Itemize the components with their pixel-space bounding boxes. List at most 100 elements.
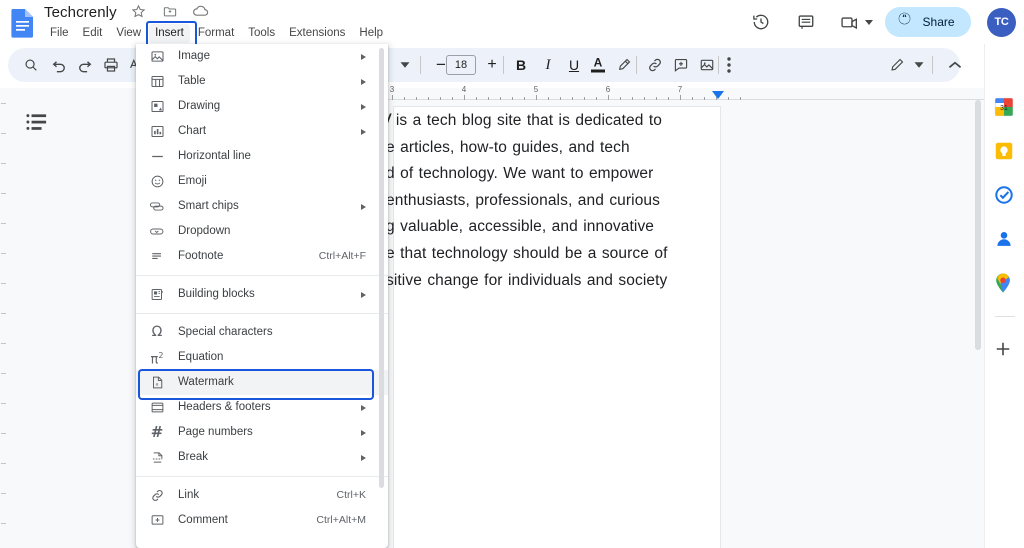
menu-option-watermark[interactable]: a Watermark [136,369,388,400]
menu-edit[interactable]: Edit [77,24,109,43]
horizontal-ruler[interactable]: 3 4 5 6 7 [382,85,992,104]
menu-help[interactable]: Help [353,24,389,43]
toolbar-divider [420,56,421,74]
ruler-tick-major [680,95,681,100]
ruler-tick-major [536,95,537,100]
submenu-arrow-icon [361,128,366,135]
top-right-actions: Share TC [741,4,1016,40]
menu-option-shortcut: Ctrl+Alt+F [318,250,366,262]
ruler-tick-minor [440,97,441,100]
submenu-arrow-icon [361,103,366,110]
video-camera-icon[interactable] [834,6,866,38]
print-icon[interactable] [98,52,124,78]
avatar[interactable]: TC [987,7,1016,37]
menu-tools[interactable]: Tools [242,24,281,43]
link-icon[interactable] [642,52,668,78]
ruler-tick-minor [560,97,561,100]
google-docs-logo-icon [10,8,36,38]
edit-mode-chevron-down-icon[interactable] [906,52,932,78]
share-button[interactable]: Share [885,7,971,37]
font-size-input[interactable]: 18 [446,55,476,75]
menu-option-dropdown[interactable]: Dropdown [136,219,388,244]
move-to-folder-icon[interactable] [162,4,179,21]
google-contacts-icon[interactable] [993,228,1017,252]
menu-option-equation[interactable]: π2 Equation [136,345,388,370]
menu-option-emoji[interactable]: Emoji [136,169,388,194]
ruler-tick-minor [452,97,453,100]
menu-extensions[interactable]: Extensions [283,24,351,43]
menu-view[interactable]: View [110,24,147,43]
document-outline-icon[interactable] [26,112,50,136]
menu-scrollbar[interactable] [379,48,384,488]
menu-option-label: Chart [178,125,207,137]
menu-option-label: Page numbers [178,426,253,438]
menu-format[interactable]: Format [192,24,240,43]
italic-button[interactable]: I [535,52,561,78]
ruler-tick-minor [404,97,405,100]
ruler-tick-minor [584,97,585,100]
menu-option-footnote[interactable]: Footnote Ctrl+Alt+F [136,244,388,269]
menu-option-label: Headers & footers [178,401,271,413]
submenu-arrow-icon [361,53,366,60]
menu-file[interactable]: File [44,24,75,43]
document-body-text[interactable]: / is a tech blog site that is dedicated … [386,108,726,294]
highlighter-icon[interactable] [611,52,637,78]
submenu-arrow-icon [361,429,366,436]
cloud-saved-icon[interactable] [192,4,209,21]
underline-button[interactable]: U [561,52,587,78]
menu-option-table[interactable]: Table [136,69,388,94]
menu-option-headers-footers[interactable]: Headers & footers [136,395,388,420]
break-icon [149,450,165,466]
ruler-tick-minor [488,97,489,100]
text-color-button[interactable]: A [585,52,611,78]
menu-option-horizontal-line[interactable]: Horizontal line [136,144,388,169]
page-title[interactable]: Techcrenly [44,4,117,22]
side-panel-divider [995,316,1015,317]
google-tasks-icon[interactable] [993,184,1017,208]
menu-option-special-characters[interactable]: Ω Special characters [136,320,388,345]
menu-option-chart[interactable]: Chart [136,119,388,144]
add-comment-icon [149,513,165,529]
bold-button[interactable]: B [508,52,534,78]
right-indent-marker[interactable] [712,91,724,99]
add-addon-icon[interactable] [993,339,1017,363]
more-options-icon[interactable] [716,52,742,78]
menu-option-smart-chips[interactable]: Smart chips [136,194,388,219]
google-keep-icon[interactable] [993,140,1017,164]
headers-footers-icon [149,400,165,416]
ruler-tick-minor [620,97,621,100]
menu-option-link[interactable]: Link Ctrl+K [136,483,388,508]
undo-icon[interactable] [46,52,72,78]
document-title-block: Techcrenly [44,4,218,22]
ruler-tick-major [464,95,465,100]
add-comment-icon[interactable] [668,52,694,78]
menu-insert[interactable]: Insert [146,21,197,50]
redo-icon[interactable] [72,52,98,78]
insert-dropdown-menu[interactable]: Image Table Drawing Chart Horizontal line Emo… [136,44,388,548]
google-calendar-icon[interactable]: 31 [993,96,1017,120]
google-maps-icon[interactable] [993,272,1017,296]
menu-option-break[interactable]: Break [136,445,388,470]
horizontal-line-icon [149,149,165,165]
menu-option-page-numbers[interactable]: # Page numbers [136,420,388,445]
menu-option-building-blocks[interactable]: Building blocks [136,282,388,307]
menu-option-label: Drawing [178,100,221,112]
doc-line-2: e articles, how-to guides, and tech [386,138,630,156]
menu-option-comment[interactable]: Comment Ctrl+Alt+M [136,508,388,533]
menu-option-label: Dropdown [178,225,231,237]
text-style-chevron-down-icon[interactable] [392,52,418,78]
pi-icon: π2 [150,350,164,368]
page-scrollbar[interactable] [975,100,981,350]
star-icon[interactable] [131,4,148,21]
font-size-increase-button[interactable]: + [479,52,505,78]
chevron-up-icon[interactable] [942,52,968,78]
comment-history-icon[interactable] [790,6,822,38]
ruler-number: 3 [389,85,395,94]
menu-option-image[interactable]: Image [136,44,388,69]
search-icon[interactable] [18,52,44,78]
side-panel: 31 [984,44,1024,548]
menu-option-drawing[interactable]: Drawing [136,94,388,119]
share-label: Share [922,15,955,29]
version-history-icon[interactable] [745,6,777,38]
image-icon [149,49,165,65]
